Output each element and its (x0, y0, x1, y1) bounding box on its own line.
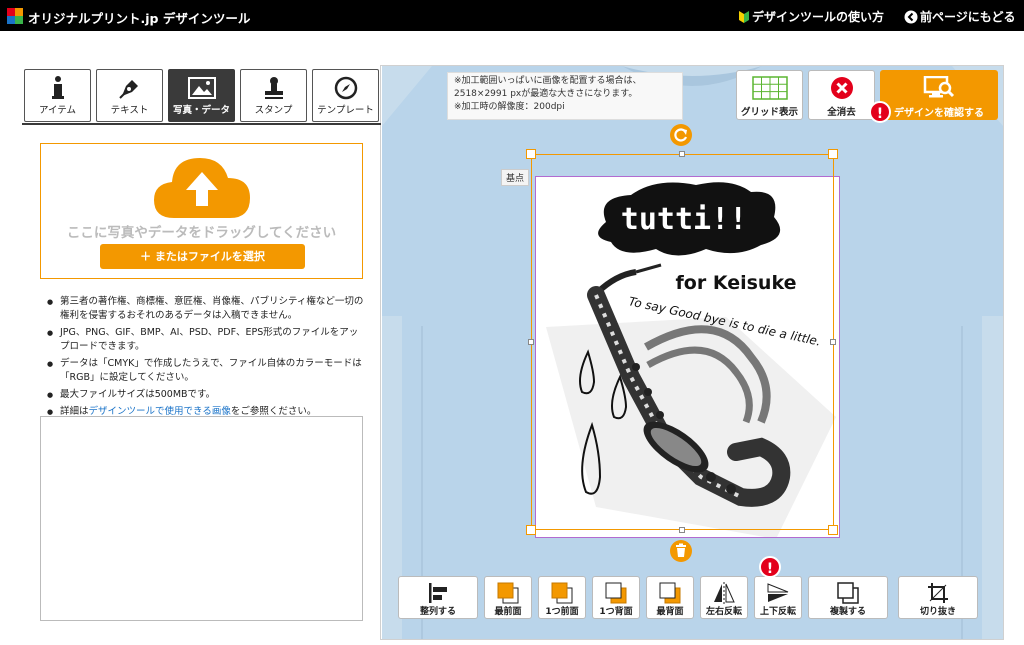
duplicate-button[interactable]: 複製する (808, 576, 888, 619)
tab-item[interactable]: アイテム (24, 69, 91, 122)
rotate-handle[interactable] (670, 124, 692, 146)
crop-label: 切り抜き (919, 607, 956, 617)
select-file-button[interactable]: ＋ またはファイルを選択 (100, 244, 305, 269)
resize-handle-bottom-left[interactable] (526, 525, 536, 535)
info-line-2: 2518×2991 pxが最適な大きさになります。 (454, 89, 638, 99)
align-button[interactable]: 整列する (398, 576, 478, 619)
send-backward-icon (605, 582, 627, 604)
send-backward-button[interactable]: 1つ背面 (592, 576, 640, 619)
grid-toggle-button[interactable]: グリッド表示 (736, 70, 803, 120)
resize-handle-bottom[interactable] (679, 527, 685, 533)
flip-alert-icon: ! (759, 556, 781, 578)
duplicate-label: 複製する (829, 607, 866, 617)
clear-label: 全消去 (827, 107, 856, 118)
stamp-icon (264, 77, 283, 99)
tab-template[interactable]: テンプレート (312, 69, 379, 122)
tab-divider (22, 123, 381, 125)
bring-forward-label: 1つ前面 (545, 607, 579, 617)
info-icon (51, 76, 64, 99)
crop-button[interactable]: 切り抜き (898, 576, 978, 619)
upload-notes: 第三者の著作権、商標権、意匠権、肖像権、パブリシティ権など一切の権利を侵害するお… (47, 295, 365, 422)
confirm-design-button[interactable]: デザインを確認する (880, 70, 998, 120)
clear-all-button[interactable]: 全消去 (808, 70, 875, 120)
image-icon (187, 77, 216, 99)
print-area-info: ※加工範囲いっぱいに画像を配置する場合は、 2518×2991 pxが最適な大き… (447, 72, 683, 120)
resize-handle-top-right[interactable] (828, 149, 838, 159)
help-link[interactable]: デザインツールの使い方 (738, 8, 884, 25)
tab-photo-data[interactable]: 写真・データ (168, 69, 235, 122)
send-backward-label: 1つ背面 (599, 607, 633, 617)
resize-handle-bottom-right[interactable] (828, 525, 838, 535)
align-label: 整列する (419, 607, 456, 617)
resize-handle-left[interactable] (528, 339, 534, 345)
duplicate-icon (837, 582, 859, 604)
resize-handle-right[interactable] (830, 339, 836, 345)
info-line-3: ※加工時の解像度：200dpi (454, 102, 565, 112)
flip-horizontal-icon (714, 582, 735, 604)
info-line-1: ※加工範囲いっぱいに画像を配置する場合は、 (454, 76, 642, 86)
flip-horizontal-label: 左右反転 (705, 607, 742, 617)
help-link-label: デザインツールの使い方 (752, 10, 885, 24)
bring-forward-icon (551, 582, 573, 604)
flip-vertical-button[interactable]: 上下反転 (754, 576, 802, 619)
confirm-label: デザインを確認する (894, 108, 984, 119)
beginner-mark-icon (739, 11, 749, 23)
grid-icon (751, 76, 788, 100)
flip-horizontal-button[interactable]: 左右反転 (700, 576, 748, 619)
note-item: 最大ファイルサイズは500MBです。 (47, 388, 365, 402)
back-arrow-icon (904, 10, 918, 24)
rotate-icon (674, 128, 688, 142)
bring-to-front-button[interactable]: 最前面 (484, 576, 532, 619)
delete-handle[interactable] (670, 540, 692, 562)
tab-template-label: テンプレート (317, 105, 374, 116)
back-link[interactable]: 前ページにもどる (904, 8, 1016, 25)
bring-forward-button[interactable]: 1つ前面 (538, 576, 586, 619)
app-title: オリジナルプリント.jp デザインツール (28, 11, 251, 26)
upload-dropzone[interactable]: ここに写真やデータをドラッグしてください ＋ またはファイルを選択 (40, 143, 363, 279)
tab-text[interactable]: テキスト (96, 69, 163, 122)
compass-icon (334, 76, 357, 100)
align-icon (429, 583, 447, 603)
cloud-upload-icon (154, 158, 250, 218)
monitor-search-icon (923, 75, 955, 98)
bring-front-icon (497, 582, 519, 604)
flip-vertical-label: 上下反転 (759, 607, 796, 617)
logo-icon (7, 8, 23, 24)
uploaded-files-list[interactable] (40, 416, 363, 621)
print-area-frame (531, 154, 834, 530)
tab-item-label: アイテム (38, 105, 77, 116)
note-item: データは「CMYK」で作成したうえで、ファイル自体のカラーモードは「RGB」に設… (47, 357, 365, 385)
bring-to-front-label: 最前面 (494, 607, 522, 617)
trash-icon (676, 543, 686, 557)
tab-stamp[interactable]: スタンプ (240, 69, 307, 122)
flip-vertical-icon (767, 583, 789, 602)
confirm-alert-icon: ! (869, 101, 891, 123)
resize-handle-top[interactable] (679, 151, 685, 157)
clear-icon (830, 77, 853, 99)
grid-label: グリッド表示 (740, 107, 798, 118)
send-back-icon (659, 582, 681, 604)
tab-photo-data-label: 写真・データ (172, 105, 230, 116)
tool-tabs: アイテム テキスト 写真・データ スタンプ テンプレート (24, 69, 380, 123)
tab-stamp-label: スタンプ (254, 105, 293, 116)
resize-handle-top-left[interactable] (526, 149, 536, 159)
app-header: オリジナルプリント.jp デザインツール デザインツールの使い方 前ページにもど… (0, 0, 1024, 31)
note-item: JPG、PNG、GIF、BMP、AI、PSD、PDF、EPS形式のファイルをアッ… (47, 326, 365, 354)
back-link-label: 前ページにもどる (920, 10, 1016, 24)
dropzone-text: ここに写真やデータをドラッグしてください (66, 225, 337, 241)
send-to-back-button[interactable]: 最背面 (646, 576, 694, 619)
pen-icon (118, 80, 138, 99)
base-point-label: 基点 (501, 169, 530, 186)
crop-icon (928, 583, 948, 603)
tab-text-label: テキスト (110, 105, 149, 116)
note-item: 第三者の著作権、商標権、意匠権、肖像権、パブリシティ権など一切の権利を侵害するお… (47, 295, 365, 323)
send-to-back-label: 最背面 (656, 607, 684, 617)
